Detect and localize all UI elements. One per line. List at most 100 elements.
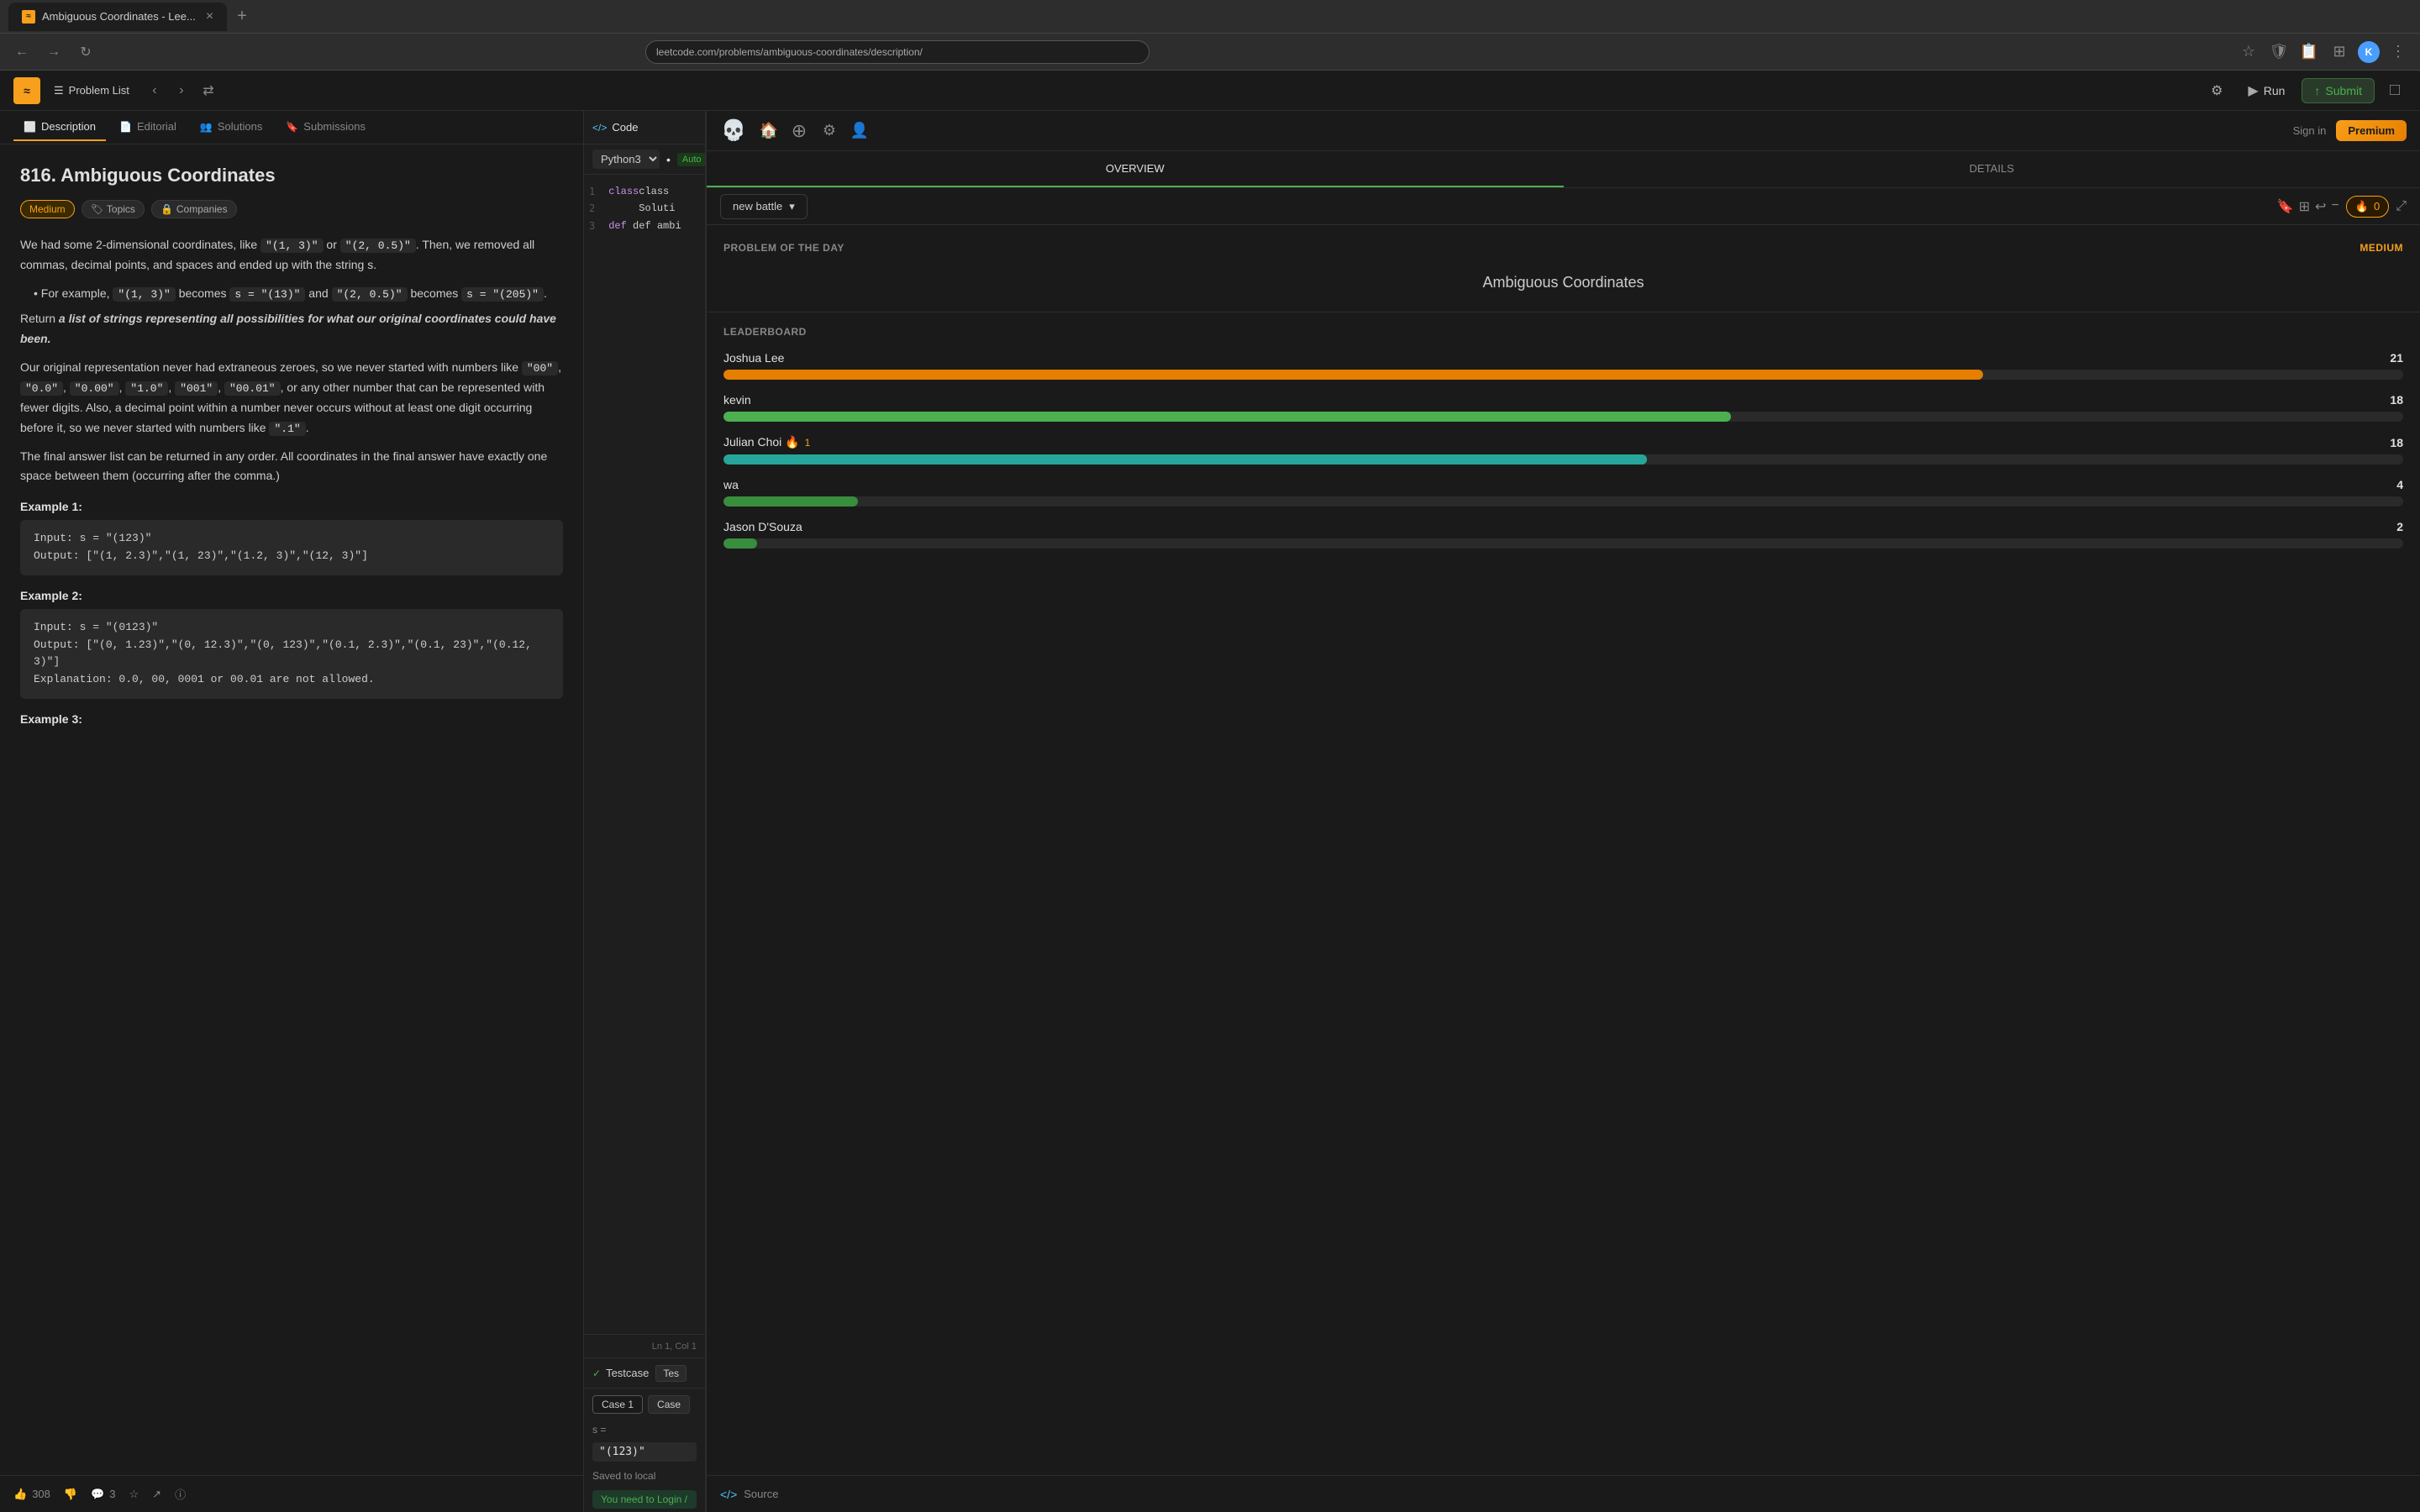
bullet-code-1: "(1, 3)" xyxy=(113,287,175,302)
topics-badge[interactable]: 🏷 Topics xyxy=(82,200,145,218)
leaderboard-entry-5: Jason D'Souza 2 xyxy=(723,520,2403,549)
browser-tab[interactable]: ≈ Ambiguous Coordinates - Lee... × xyxy=(8,3,227,31)
forward-button[interactable]: → xyxy=(42,40,66,64)
browser-user-avatar[interactable]: K xyxy=(2358,41,2380,63)
lb-score-5: 2 xyxy=(2396,520,2403,533)
leaderboard-section: LEADERBOARD Joshua Lee 21 kevin 18 xyxy=(707,312,2420,1475)
collapse-icon[interactable]: − xyxy=(2331,198,2338,215)
add-button[interactable]: ⊕ xyxy=(787,119,811,143)
panel-action-row: new battle ▾ 🔖 ⊞ ↩ − 🔥 0 ⤢ xyxy=(707,188,2420,225)
problem-list-button[interactable]: ☰ Problem List xyxy=(54,84,129,97)
share-icon: ↗ xyxy=(152,1488,161,1501)
shuffle-button[interactable]: ⇄ xyxy=(197,79,220,102)
potd-problem-name[interactable]: Ambiguous Coordinates xyxy=(723,267,2403,298)
split-panel-icon[interactable]: ⊞ xyxy=(2299,198,2310,215)
tab-favicon: ≈ xyxy=(22,10,35,24)
overview-tab[interactable]: OVERVIEW xyxy=(707,151,1564,187)
right-panel-logo: 💀 xyxy=(720,118,747,144)
final-paragraph: The final answer list can be returned in… xyxy=(20,447,563,487)
testcase-tab[interactable]: ✓ Testcase xyxy=(592,1367,649,1379)
address-bar[interactable]: leetcode.com/problems/ambiguous-coordina… xyxy=(645,40,1150,64)
editor-toolbar: Python3 • Auto xyxy=(584,144,705,175)
login-prompt[interactable]: You need to Login / xyxy=(592,1490,697,1509)
share-bottom-button[interactable]: ↗ xyxy=(152,1488,161,1501)
language-selector[interactable]: Python3 xyxy=(592,150,660,169)
potd-title: PROBLEM OF THE DAY xyxy=(723,242,844,254)
run-test-label: Tes xyxy=(663,1368,679,1379)
code-content[interactable]: class class Soluti def def ambi xyxy=(600,175,705,1334)
sign-in-button[interactable]: Sign in xyxy=(2293,124,2327,137)
tab-editorial-label: Editorial xyxy=(137,120,176,133)
submit-button[interactable]: ↑ Submit xyxy=(2302,78,2375,103)
info-bottom-button[interactable]: ⓘ xyxy=(175,1486,186,1502)
profile-button[interactable]: 👤 xyxy=(848,119,871,143)
tab-description[interactable]: ⬜ Description xyxy=(13,113,106,141)
leaderboard-entry-3: Julian Choi 🔥 1 18 xyxy=(723,435,2403,465)
undo-panel-icon[interactable]: ↩ xyxy=(2315,198,2326,215)
prev-problem-button[interactable]: ‹ xyxy=(143,79,166,102)
premium-button[interactable]: Premium xyxy=(2336,120,2407,141)
bookmark-panel-icon[interactable]: 🔖 xyxy=(2277,198,2294,215)
dislike-button[interactable]: 👎 xyxy=(64,1488,77,1501)
line-num-2: 2 xyxy=(589,200,595,217)
browser-menu-button[interactable]: ⋮ xyxy=(2386,40,2410,64)
code-tab[interactable]: </> Code xyxy=(592,121,638,134)
bullet-code-4: s = "(205)" xyxy=(461,287,544,302)
panel-tabs: OVERVIEW DETAILS xyxy=(707,151,2420,188)
like-count: 308 xyxy=(32,1488,50,1500)
settings-button[interactable]: ⚙ xyxy=(818,119,841,143)
submissions-icon: 🔖 xyxy=(286,121,298,133)
extension-icon-2[interactable]: 📋 xyxy=(2297,40,2321,64)
return-italic-text: a list of strings representing all possi… xyxy=(20,312,556,345)
debug-icon: ⚙ xyxy=(2211,82,2223,99)
comments-button[interactable]: 💬 3 xyxy=(91,1488,115,1501)
problem-title: 816. Ambiguous Coordinates xyxy=(20,165,563,186)
panel-edit-icons: 🔖 ⊞ ↩ − xyxy=(2277,198,2339,215)
details-tab[interactable]: DETAILS xyxy=(1564,151,2420,187)
home-button[interactable]: 🏠 xyxy=(757,119,781,143)
testcase-run-button[interactable]: Tes xyxy=(655,1365,687,1382)
case-1-button[interactable]: Case 1 xyxy=(592,1395,643,1414)
play-icon: ▶ xyxy=(2248,82,2258,99)
run-button[interactable]: ▶ Run xyxy=(2239,77,2293,104)
tab-editorial[interactable]: 📄 Editorial xyxy=(109,113,187,141)
bookmark-bottom-button[interactable]: ☆ xyxy=(129,1488,139,1501)
address-bar-row: ← → ↻ leetcode.com/problems/ambiguous-co… xyxy=(0,34,2420,71)
test-input-value[interactable]: "(123)" xyxy=(592,1442,697,1462)
bullet-code-2: s = "(13)" xyxy=(229,287,305,302)
refresh-button[interactable]: ↻ xyxy=(74,40,97,64)
ex2-output: Output: ["(0, 1.23)","(0, 12.3)","(0, 12… xyxy=(34,637,550,672)
extension-icon-1[interactable]: 🛡 xyxy=(2267,40,2291,64)
solutions-icon: 👥 xyxy=(200,121,213,133)
test-cases: Case 1 Case xyxy=(584,1389,705,1420)
c-code-6: "00.01" xyxy=(224,381,281,396)
c-code-7: ".1" xyxy=(269,422,305,436)
bookmark-button[interactable]: ☆ xyxy=(2237,40,2260,64)
tab-submissions[interactable]: 🔖 Submissions xyxy=(276,113,376,141)
lb-bar-bg-3 xyxy=(723,454,2403,465)
lb-header-3: Julian Choi 🔥 1 18 xyxy=(723,435,2403,449)
test-input-label: s = xyxy=(584,1420,705,1439)
fullscreen-button[interactable]: ⤢ xyxy=(2396,199,2407,214)
lb-bar-5 xyxy=(723,538,757,549)
skull-icon: 💀 xyxy=(721,118,746,143)
source-label[interactable]: Source xyxy=(744,1488,778,1500)
next-problem-button[interactable]: › xyxy=(170,79,193,102)
debug-button[interactable]: ⚙ xyxy=(2202,77,2231,104)
split-view-button[interactable]: ⊞ xyxy=(2328,40,2351,64)
share-button[interactable]: □ xyxy=(2383,79,2407,102)
app-header: ≈ ☰ Problem List ‹ › ⇄ ⚙ ▶ Run ↑ Submit … xyxy=(0,71,2420,111)
new-battle-button[interactable]: new battle ▾ xyxy=(720,194,808,219)
like-button[interactable]: 👍 308 xyxy=(13,1488,50,1501)
back-button[interactable]: ← xyxy=(10,40,34,64)
new-tab-button[interactable]: + xyxy=(237,7,247,26)
case-2-button[interactable]: Case xyxy=(648,1395,690,1414)
thumbs-down-icon: 👎 xyxy=(64,1488,77,1501)
tab-solutions[interactable]: 👥 Solutions xyxy=(190,113,272,141)
leaderboard-entry-4: wa 4 xyxy=(723,478,2403,507)
difficulty-badge[interactable]: Medium xyxy=(20,200,75,218)
tab-close-button[interactable]: × xyxy=(206,9,213,24)
editor-area[interactable]: 1 2 3 class class Soluti def def ambi xyxy=(584,175,705,1334)
auto-badge: Auto xyxy=(677,153,706,166)
companies-badge[interactable]: 🔒 Companies xyxy=(151,200,237,218)
